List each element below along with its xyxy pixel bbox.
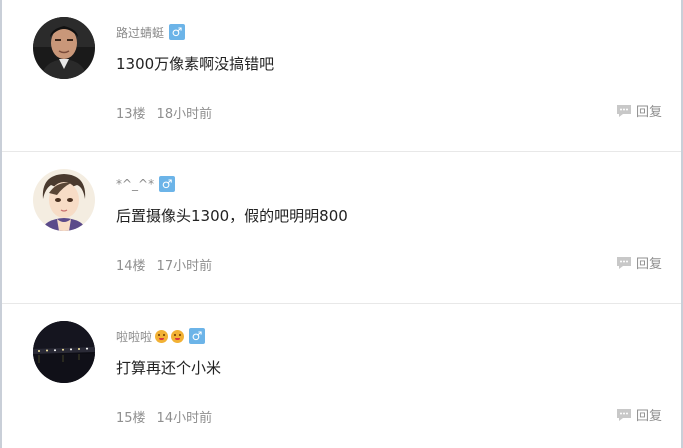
comment-text: 打算再还个小米 xyxy=(116,359,222,377)
timestamp: 18小时前 xyxy=(156,107,213,122)
timestamp: 14小时前 xyxy=(156,411,213,426)
author-row: 路过蜻蜓 ♂ xyxy=(116,22,186,42)
comment-item: 啦啦啦 ♂ 打算再还个小米 15楼 14小时前 回复 xyxy=(2,304,681,448)
blushing-face-icon xyxy=(155,329,169,343)
avatar[interactable] xyxy=(33,169,95,231)
reply-button[interactable]: 回复 xyxy=(616,101,662,120)
comment-meta: 15楼 14小时前 xyxy=(116,407,212,426)
reply-label: 回复 xyxy=(635,105,662,120)
speech-bubble-icon xyxy=(616,104,631,117)
reply-label: 回复 xyxy=(635,257,662,272)
floor-number: 15楼 xyxy=(116,411,146,426)
comment-meta: 13楼 18小时前 xyxy=(116,103,212,122)
author-row: 啦啦啦 ♂ xyxy=(116,326,206,346)
reply-label: 回复 xyxy=(635,409,662,424)
floor-number: 14楼 xyxy=(116,259,146,274)
username[interactable]: 啦啦啦 xyxy=(116,328,152,345)
comment-item: *^_^* ♂ 后置摄像头1300，假的吧明明800 14楼 17小时前 回复 xyxy=(2,152,681,304)
male-gender-icon: ♂ xyxy=(189,328,206,344)
floor-number: 13楼 xyxy=(116,107,146,122)
reply-button[interactable]: 回复 xyxy=(616,253,662,272)
reply-button[interactable]: 回复 xyxy=(616,405,662,424)
timestamp: 17小时前 xyxy=(156,259,213,274)
username[interactable]: *^_^* xyxy=(116,177,154,191)
avatar[interactable] xyxy=(33,17,95,79)
speech-bubble-icon xyxy=(616,256,631,269)
username[interactable]: 路过蜻蜓 xyxy=(116,24,164,41)
comment-text: 后置摄像头1300，假的吧明明800 xyxy=(116,207,348,225)
comment-item: 路过蜻蜓 ♂ 1300万像素啊没搞错吧 13楼 18小时前 回复 xyxy=(2,0,681,152)
male-gender-icon: ♂ xyxy=(169,24,186,40)
speech-bubble-icon xyxy=(616,408,631,421)
comment-list: 路过蜻蜓 ♂ 1300万像素啊没搞错吧 13楼 18小时前 回复 *^_^* ♂… xyxy=(0,0,683,448)
male-gender-icon: ♂ xyxy=(159,176,176,192)
comment-text: 1300万像素啊没搞错吧 xyxy=(116,55,275,73)
author-row: *^_^* ♂ xyxy=(116,174,176,194)
blushing-face-icon xyxy=(171,329,185,343)
avatar[interactable] xyxy=(33,321,95,383)
comment-meta: 14楼 17小时前 xyxy=(116,255,212,274)
